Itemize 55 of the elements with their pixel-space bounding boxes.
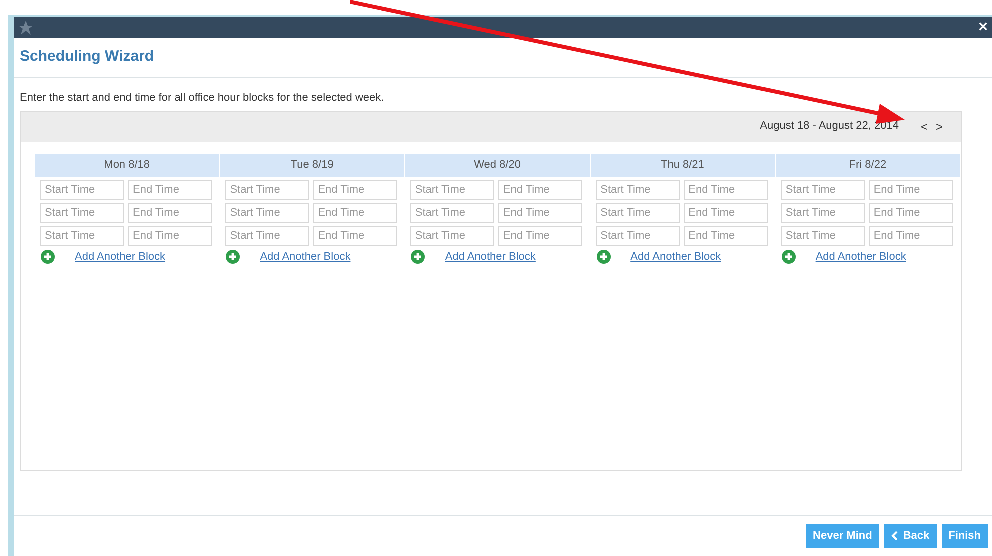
add-icon[interactable] (41, 250, 55, 264)
chevron-left-icon (891, 531, 898, 541)
add-block-link[interactable]: Add Another Block (816, 248, 906, 265)
end-time-field[interactable]: End Time (868, 226, 953, 246)
end-time-field[interactable]: End Time (684, 180, 768, 200)
end-time-field[interactable]: End Time (498, 180, 582, 200)
end-time-field[interactable]: End Time (684, 202, 768, 222)
start-time-field[interactable]: Start Time (410, 226, 494, 246)
end-time-field[interactable]: End Time (313, 202, 398, 222)
add-block-link[interactable]: Add Another Block (260, 248, 351, 265)
star-logo-icon (18, 20, 34, 36)
back-button[interactable]: Back (884, 524, 937, 548)
day-header: Fri 8/22 (776, 154, 962, 176)
start-time-field[interactable]: Start Time (596, 226, 680, 246)
start-time-field[interactable]: Start Time (40, 202, 124, 222)
end-time-field[interactable]: End Time (498, 226, 582, 246)
start-time-field[interactable]: Start Time (225, 202, 310, 222)
end-time-field[interactable]: End Time (313, 226, 398, 246)
start-time-field[interactable]: Start Time (225, 180, 310, 200)
day-header: Tue 8/19 (220, 154, 406, 176)
day-header: Wed 8/20 (405, 154, 591, 176)
add-block-link[interactable]: Add Another Block (75, 248, 166, 265)
end-time-field[interactable]: End Time (128, 202, 212, 222)
start-time-field[interactable]: Start Time (780, 202, 865, 222)
start-time-field[interactable]: Start Time (410, 180, 494, 200)
end-time-field[interactable]: End Time (313, 180, 398, 200)
add-block-link[interactable]: Add Another Block (445, 248, 536, 265)
add-icon[interactable] (596, 250, 611, 264)
add-icon[interactable] (782, 250, 796, 264)
add-icon[interactable] (411, 250, 426, 264)
end-time-field[interactable]: End Time (684, 226, 768, 246)
end-time-field[interactable]: End Time (128, 226, 212, 246)
end-time-field[interactable]: End Time (498, 202, 582, 222)
start-time-field[interactable]: Start Time (40, 180, 124, 200)
start-time-field[interactable]: Start Time (410, 202, 494, 222)
dialog-button[interactable]: Never Mind (806, 524, 880, 548)
start-time-field[interactable]: Start Time (780, 180, 865, 200)
end-time-field[interactable]: End Time (868, 180, 953, 200)
start-time-field[interactable]: Start Time (225, 226, 310, 246)
day-header: Mon 8/18 (35, 154, 220, 176)
add-block-link[interactable]: Add Another Block (630, 248, 722, 265)
previous-week-button[interactable]: < (920, 118, 928, 136)
instructions-text: Enter the start and end time for all office hour blocks for the selected week. (19, 91, 386, 106)
day-header: Thu 8/21 (590, 154, 776, 176)
end-time-field[interactable]: End Time (128, 180, 212, 200)
close-button[interactable]: × (978, 20, 988, 36)
dialog-button[interactable]: Finish (942, 524, 988, 548)
start-time-field[interactable]: Start Time (40, 226, 124, 246)
add-icon[interactable] (226, 250, 240, 264)
dialog-title: Scheduling Wizard (20, 47, 154, 68)
start-time-field[interactable]: Start Time (596, 180, 680, 200)
start-time-field[interactable]: Start Time (596, 202, 680, 222)
next-week-button[interactable]: > (936, 118, 943, 136)
start-time-field[interactable]: Start Time (780, 226, 865, 246)
end-time-field[interactable]: End Time (868, 202, 953, 222)
